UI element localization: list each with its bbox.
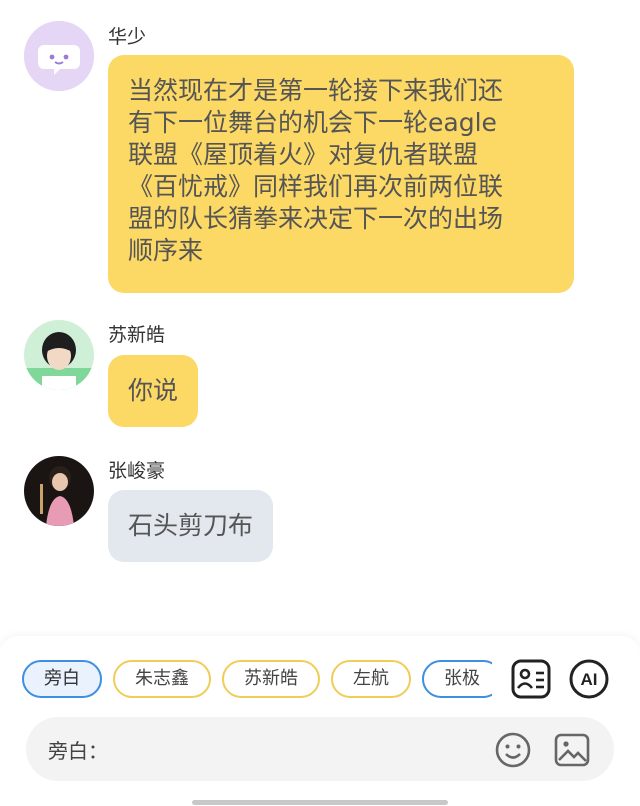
ai-button[interactable]: AI (568, 658, 610, 700)
image-button[interactable] (553, 731, 591, 769)
message-line: 《百忧戒》同样我们再次前两位联 (128, 172, 504, 201)
role-chip[interactable]: 朱志鑫 (113, 660, 211, 698)
image-icon (554, 733, 590, 767)
home-indicator[interactable] (192, 800, 448, 805)
message-text: 你说 (128, 376, 179, 405)
role-chip[interactable]: 左航 (331, 660, 411, 698)
emoji-icon (495, 732, 531, 768)
chat-bubble-icon (24, 21, 94, 91)
role-selector: 旁白 朱志鑫 苏新皓 左航 张极 (22, 660, 492, 700)
role-chip[interactable]: 张极 (422, 660, 492, 698)
message-bubble[interactable]: 你说 (108, 355, 199, 427)
contact-card-button[interactable] (510, 658, 552, 700)
avatar[interactable] (24, 456, 94, 526)
message-bubble[interactable]: 石头剪刀布 (108, 490, 274, 562)
emoji-button[interactable] (494, 731, 532, 769)
ai-label: AI (581, 670, 598, 689)
message-line: 顺序来 (128, 236, 204, 265)
contact-card-icon (511, 659, 551, 699)
input-role-label: 旁白： (48, 739, 108, 763)
sender-name: 苏新皓 (108, 324, 166, 346)
avatar[interactable] (24, 320, 94, 390)
message-line: 当然现在才是第一轮接下来我们还 (128, 76, 504, 105)
ai-icon: AI (569, 659, 609, 699)
role-chip-narrator[interactable]: 旁白 (22, 660, 102, 698)
message-line: 盟的队长猜拳来决定下一次的出场 (128, 204, 504, 233)
avatar-image (24, 320, 94, 390)
role-chip[interactable]: 苏新皓 (222, 660, 320, 698)
message-line: 有下一位舞台的机会下一轮eagle (128, 108, 497, 137)
message-input[interactable]: 旁白： (26, 717, 614, 781)
sender-name: 张峻豪 (108, 460, 166, 482)
message-line: 联盟《屋顶着火》对复仇者联盟 (128, 140, 479, 169)
avatar-image (24, 456, 94, 526)
avatar[interactable] (24, 21, 94, 91)
sender-name: 华少 (108, 26, 147, 48)
message-text: 石头剪刀布 (128, 511, 254, 540)
message-bubble[interactable]: 当然现在才是第一轮接下来我们还 有下一位舞台的机会下一轮eagle 联盟《屋顶着… (108, 55, 574, 293)
